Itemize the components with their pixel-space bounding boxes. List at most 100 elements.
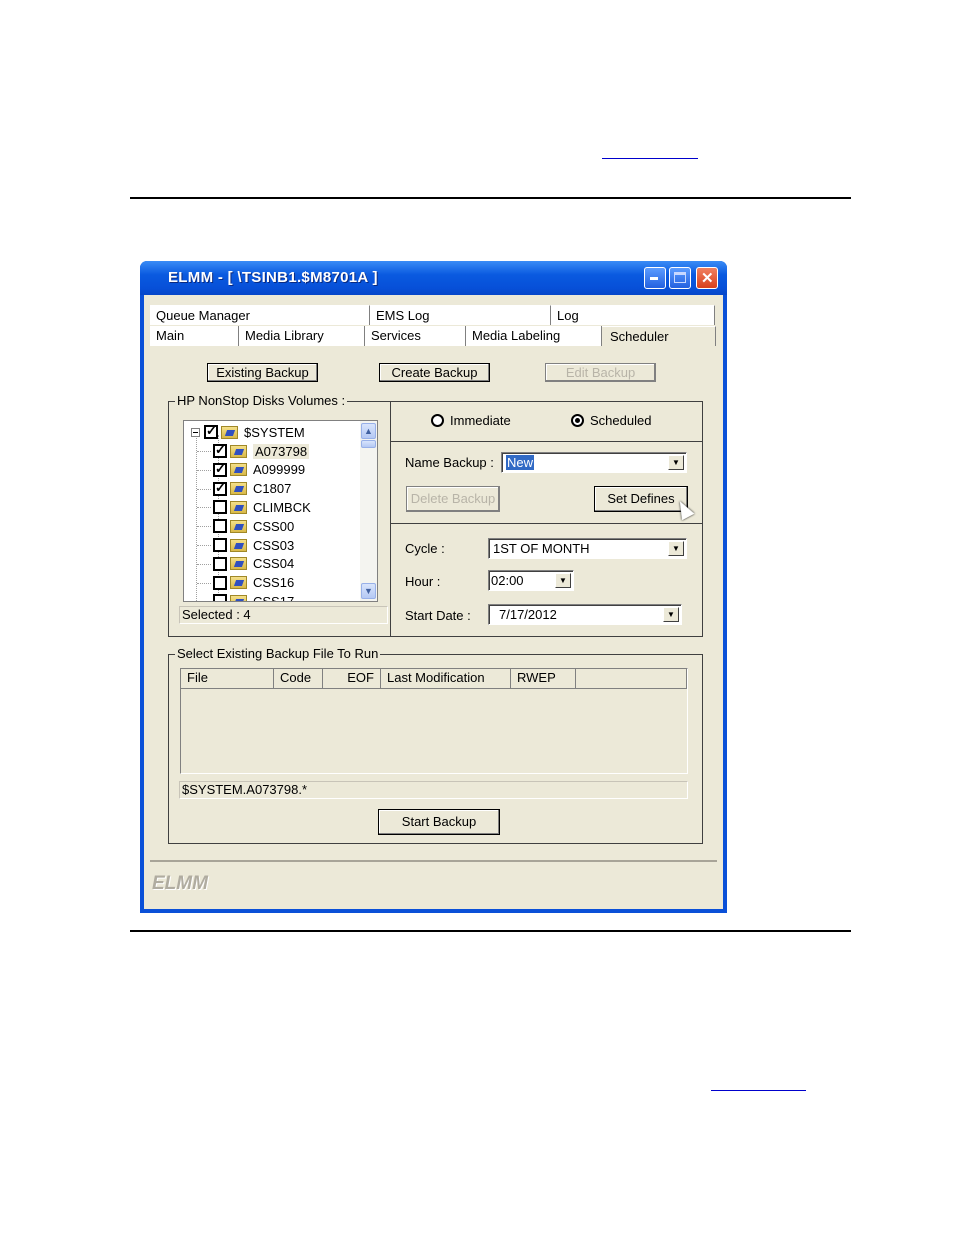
tree-item[interactable]: CSS04 <box>197 555 295 573</box>
tab-scheduler[interactable]: Scheduler <box>602 326 716 346</box>
name-backup-combo[interactable]: New ▼ <box>501 452 687 473</box>
close-button[interactable]: ✕ <box>696 267 718 289</box>
column-header[interactable]: Code <box>274 669 323 689</box>
tab-services[interactable]: Services <box>365 326 466 346</box>
volume-folder-icon <box>230 576 247 590</box>
calendar-dropdown-icon[interactable]: ▼ <box>663 607 679 622</box>
tab-queue-manager[interactable]: Queue Manager <box>150 305 370 325</box>
checkbox[interactable] <box>213 594 227 601</box>
checkbox[interactable] <box>213 575 227 590</box>
volume-folder-icon <box>230 519 247 533</box>
radio-label: Immediate <box>450 413 511 428</box>
checkbox[interactable] <box>213 556 227 571</box>
elmm-logo: ELMM <box>152 873 208 894</box>
create-backup-button[interactable]: Create Backup <box>379 363 490 382</box>
column-header[interactable]: File <box>181 669 274 689</box>
checkbox[interactable] <box>213 461 227 477</box>
tree-root[interactable]: $SYSTEM <box>191 423 305 441</box>
volume-folder-icon <box>230 482 247 496</box>
tree-item[interactable]: C1807 <box>197 480 292 498</box>
tree-connector <box>197 469 211 471</box>
tree-item-label: CSS04 <box>253 556 295 572</box>
cycle-combo[interactable]: 1ST OF MONTH ▼ <box>488 538 687 559</box>
tree-connector <box>197 507 211 509</box>
cycle-value: 1ST OF MONTH <box>493 541 590 556</box>
divider <box>391 441 702 442</box>
tab-label: EMS Log <box>376 308 430 323</box>
hour-label: Hour : <box>405 574 441 589</box>
document-link[interactable] <box>602 145 698 159</box>
scheduled-radio[interactable]: Scheduled <box>571 413 651 428</box>
tab-main[interactable]: Main <box>150 326 239 346</box>
tab-media-labeling[interactable]: Media Labeling <box>466 326 602 346</box>
tree-item[interactable]: CLIMBCK <box>197 498 311 516</box>
start-date-picker[interactable]: 7/17/2012 ▼ <box>488 604 682 625</box>
tree-item[interactable]: A073798 <box>197 442 310 460</box>
vertical-scrollbar[interactable]: ▲ ▼ <box>360 421 377 601</box>
volumes-tree[interactable]: $SYSTEM A073798 A099999 C1807 CLIMBCK CSS00 C… <box>183 420 378 602</box>
existing-backup-button[interactable]: Existing Backup <box>207 363 318 382</box>
tab-log[interactable]: Log <box>551 305 715 325</box>
tree-item[interactable]: CSS03 <box>197 536 295 554</box>
tree-item-label: CSS03 <box>253 537 295 553</box>
name-backup-value: New <box>506 455 535 470</box>
set-defines-button[interactable]: Set Defines <box>594 486 688 512</box>
radio-icon <box>571 414 584 427</box>
tree-item-label: CSS17 <box>253 593 295 602</box>
checkbox[interactable] <box>213 500 227 515</box>
immediate-radio[interactable]: Immediate <box>431 413 511 428</box>
checkbox[interactable] <box>213 442 227 458</box>
scroll-up-icon[interactable]: ▲ <box>361 423 376 439</box>
chevron-down-icon[interactable]: ▼ <box>668 455 684 470</box>
name-backup-label: Name Backup : <box>405 455 494 470</box>
tree-item[interactable]: CSS00 <box>197 517 295 535</box>
volume-folder-icon <box>230 594 247 601</box>
tab-media-library[interactable]: Media Library <box>239 326 365 346</box>
title-bar[interactable]: ELMM - [ \TSINB1.$M8701A ] ✕ <box>140 261 727 295</box>
horizontal-rule <box>130 930 851 932</box>
scroll-thumb[interactable] <box>361 440 376 448</box>
chevron-down-icon[interactable]: ▼ <box>555 573 571 588</box>
radio-label: Scheduled <box>590 413 652 428</box>
hour-value: 02:00 <box>491 573 524 588</box>
radio-icon <box>431 414 444 427</box>
checkbox[interactable] <box>213 538 227 552</box>
cycle-label: Cycle : <box>405 541 445 556</box>
edit-backup-button: Edit Backup <box>545 363 656 382</box>
maximize-icon <box>674 272 686 283</box>
minimize-button[interactable] <box>644 267 666 289</box>
tree-connector <box>197 545 211 546</box>
panel-bottom-edge <box>150 860 717 862</box>
tree-connector <box>197 601 211 602</box>
tree-item[interactable]: A099999 <box>197 461 305 479</box>
backup-file-list[interactable]: File Code EOF Last Modification RWEP <box>180 668 688 774</box>
backup-path: $SYSTEM.A073798.* <box>179 781 688 799</box>
checkbox[interactable] <box>213 519 227 534</box>
tree-item[interactable]: CSS16 <box>197 574 294 592</box>
start-backup-button[interactable]: Start Backup <box>378 809 500 835</box>
scroll-down-icon[interactable]: ▼ <box>361 583 376 599</box>
chevron-down-icon[interactable]: ▼ <box>668 541 684 556</box>
document-link[interactable] <box>711 1077 806 1091</box>
tree-root-label: $SYSTEM <box>244 424 305 440</box>
checkbox[interactable] <box>204 423 218 439</box>
collapse-icon[interactable] <box>191 427 200 437</box>
checkbox[interactable] <box>213 480 227 496</box>
volume-folder-icon <box>230 444 247 458</box>
hour-combo[interactable]: 02:00 ▼ <box>488 570 574 591</box>
window-client: Queue Manager EMS Log Log Main Media Lib… <box>144 295 723 909</box>
tab-ems-log[interactable]: EMS Log <box>370 305 551 325</box>
column-header[interactable]: EOF <box>323 669 381 689</box>
tree-item-label: CSS00 <box>253 518 295 534</box>
maximize-button[interactable] <box>669 267 691 289</box>
tree-item-label: A073798 <box>253 443 310 459</box>
tree-connector <box>197 488 211 490</box>
column-header[interactable]: RWEP <box>511 669 576 689</box>
start-date-label: Start Date : <box>405 608 471 623</box>
horizontal-rule <box>130 197 851 199</box>
tree-item[interactable]: CSS17 <box>213 592 295 602</box>
tab-label: Queue Manager <box>156 308 250 323</box>
column-header[interactable]: Last Modification <box>381 669 511 689</box>
tree-item-label: C1807 <box>253 481 292 497</box>
existing-files-group-label: Select Existing Backup File To Run <box>175 646 381 661</box>
